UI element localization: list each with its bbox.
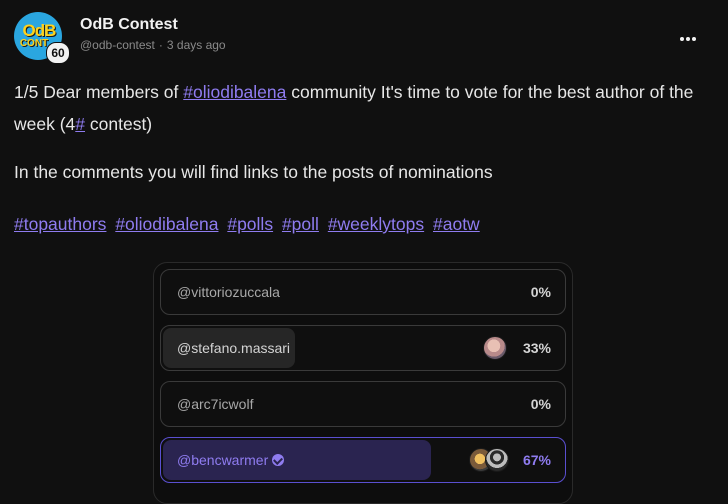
poll-option[interactable]: @stefano.massari 33% (160, 325, 566, 371)
poll-option-label: @stefano.massari (177, 340, 291, 356)
post-header: OdB CONT 60 OdB Contest @odb-contest · 3 d… (14, 12, 714, 64)
tag-link[interactable]: #polls (227, 214, 273, 234)
poll: @vittoriozuccala 0% @stefano.massari 33%… (153, 262, 573, 504)
author-name[interactable]: OdB Contest (80, 16, 178, 34)
poll-option[interactable]: @vittoriozuccala 0% (160, 269, 566, 315)
paragraph-2: In the comments you will find links to t… (14, 162, 493, 182)
voter-avatar[interactable] (483, 336, 507, 360)
poll-option-percent: 33% (522, 340, 551, 356)
paragraph-1-prefix: 1/5 Dear members of (14, 82, 184, 102)
hashtag-link[interactable]: #oliodibalena (183, 82, 286, 102)
author-meta: @odb-contest · 3 days ago (80, 38, 226, 52)
separator-dot: · (158, 38, 163, 52)
poll-option-label: @bencwarmer (177, 452, 285, 468)
post-time[interactable]: 3 days ago (167, 38, 226, 52)
poll-option-percent: 0% (530, 396, 551, 412)
poll-option[interactable]: @arc7icwolf 0% (160, 381, 566, 427)
paragraph-1: 1/5 Dear members of #oliodibalena commun… (14, 76, 704, 140)
verified-check-icon (272, 454, 285, 466)
poll-option-percent: 67% (522, 452, 551, 468)
poll-option-label: @vittoriozuccala (177, 284, 280, 300)
hash-link[interactable]: # (75, 114, 85, 134)
tag-link[interactable]: #topauthors (14, 214, 106, 234)
tag-link[interactable]: #aotw (433, 214, 480, 234)
voter-avatar[interactable] (485, 448, 509, 472)
poll-option[interactable]: @bencwarmer 67% (160, 437, 566, 483)
poll-option-name: @bencwarmer (177, 452, 269, 468)
author-avatar[interactable]: OdB CONT 60 (14, 12, 70, 64)
tag-link[interactable]: #oliodibalena (115, 214, 218, 234)
post-body: 1/5 Dear members of #oliodibalena commun… (14, 76, 704, 240)
more-dots-icon[interactable] (680, 28, 704, 42)
tag-link[interactable]: #weeklytops (328, 214, 424, 234)
paragraph-1-suffix: contest) (85, 114, 153, 134)
author-handle[interactable]: @odb-contest (80, 38, 155, 52)
reputation-badge: 60 (46, 42, 70, 64)
tag-list: #topauthors #oliodibalena #polls #poll #… (14, 208, 704, 240)
tag-link[interactable]: #poll (282, 214, 319, 234)
poll-option-label: @arc7icwolf (177, 396, 254, 412)
poll-option-percent: 0% (530, 284, 551, 300)
